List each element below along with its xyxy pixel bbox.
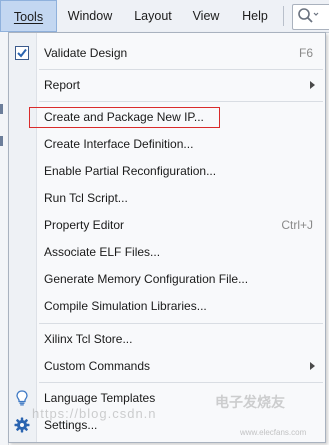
menu-item-report[interactable]: Report [9, 72, 325, 98]
menu-item-custom-commands[interactable]: Custom Commands [9, 353, 325, 379]
menu-view-label: View [192, 9, 220, 23]
quick-access-search[interactable] [292, 4, 329, 30]
menu-item-label: Validate Design [44, 46, 128, 60]
panel-edge-mark [0, 104, 3, 114]
menu-separator [39, 69, 323, 70]
menu-layout[interactable]: Layout [125, 0, 181, 32]
menu-item-label: Custom Commands [44, 359, 151, 373]
menu-item-run-tcl-script[interactable]: Run Tcl Script... [9, 185, 325, 211]
menu-item-label: Enable Partial Reconfiguration... [44, 164, 217, 178]
menu-item-label: Create Interface Definition... [44, 137, 194, 151]
menu-help-label: Help [242, 9, 268, 23]
menu-tools[interactable]: Tools [0, 0, 57, 32]
menu-item-associate-elf-files[interactable]: Associate ELF Files... [9, 239, 325, 265]
menu-item-create-interface-definition[interactable]: Create Interface Definition... [9, 131, 325, 157]
highlight-annotation-box [29, 107, 220, 128]
menu-item-label: Compile Simulation Libraries... [44, 299, 207, 313]
menu-help[interactable]: Help [232, 0, 278, 32]
site-url-watermark: www.elecfans.com [240, 428, 307, 437]
menu-item-shortcut: Ctrl+J [281, 218, 313, 232]
menu-item-xilinx-tcl-store[interactable]: Xilinx Tcl Store... [9, 326, 325, 352]
menu-item-shortcut: F6 [298, 46, 313, 60]
submenu-arrow-icon [310, 81, 315, 89]
menu-view[interactable]: View [184, 0, 228, 32]
menu-window[interactable]: Window [58, 0, 122, 32]
menu-item-label: Run Tcl Script... [44, 191, 128, 205]
menu-layout-label: Layout [134, 9, 172, 23]
checkbox-checked-icon [15, 46, 29, 60]
menu-item-label: Report [44, 78, 81, 92]
menu-item-property-editor[interactable]: Property Editor Ctrl+J [9, 212, 325, 238]
menu-item-enable-partial-reconfiguration[interactable]: Enable Partial Reconfiguration... [9, 158, 325, 184]
menu-separator [39, 101, 323, 102]
menu-item-compile-simulation-libraries[interactable]: Compile Simulation Libraries... [9, 293, 325, 319]
menu-item-label: Property Editor [44, 218, 125, 232]
tools-dropdown-menu: Validate Design F6 Report Create and Pac… [8, 32, 326, 443]
menu-bar: Tools Window Layout View Help [0, 0, 329, 33]
submenu-arrow-icon [310, 362, 315, 370]
panel-edge-mark [0, 136, 3, 146]
menu-item-label: Associate ELF Files... [44, 245, 161, 259]
menu-item-validate-design[interactable]: Validate Design F6 [9, 40, 325, 66]
menu-tools-label: Tools [13, 10, 44, 24]
menu-separator [39, 323, 323, 324]
site-logo-watermark: 电子发烧友 [215, 394, 285, 410]
menu-item-label: Xilinx Tcl Store... [44, 332, 133, 346]
menubar-separator [283, 6, 284, 26]
search-icon [298, 8, 319, 23]
url-watermark: https://blog.csdn.n [32, 406, 157, 421]
menu-item-generate-memory-config[interactable]: Generate Memory Configuration File... [9, 266, 325, 292]
menu-separator [39, 382, 323, 383]
gear-icon [14, 417, 30, 433]
lightbulb-icon [16, 390, 28, 406]
menu-window-label: Window [67, 9, 113, 23]
menu-item-label: Generate Memory Configuration File... [44, 272, 249, 286]
